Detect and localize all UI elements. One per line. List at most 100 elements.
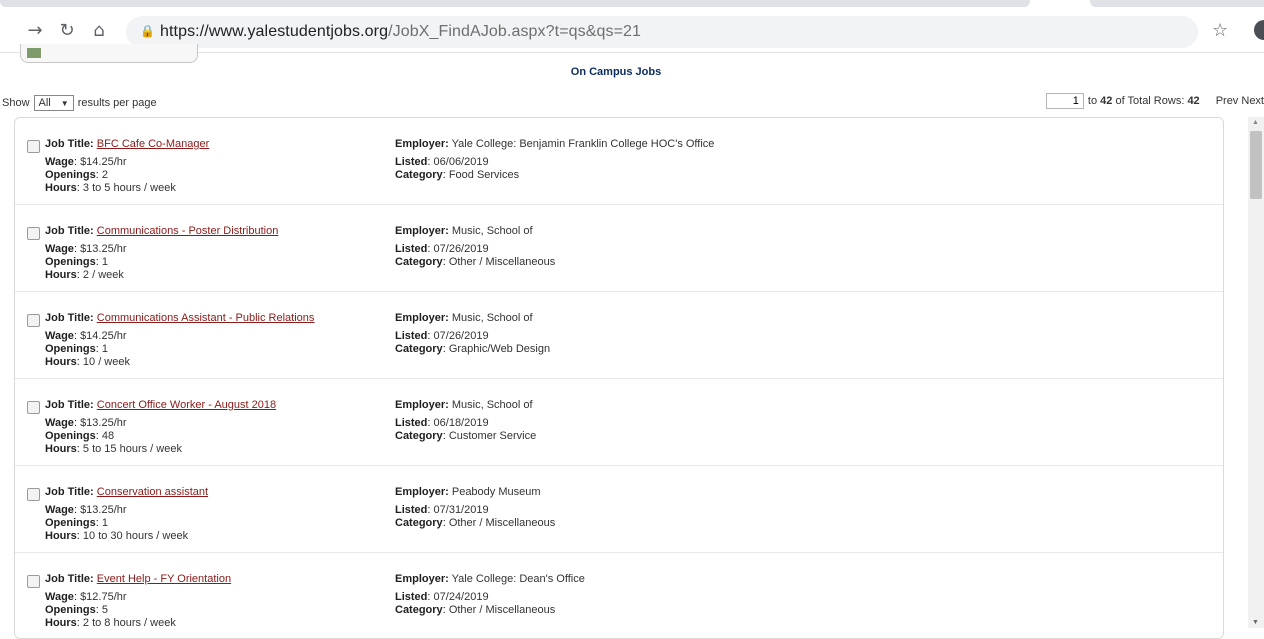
next-link[interactable]: Next [1241, 95, 1264, 107]
total-rows: 42 [1187, 95, 1200, 107]
employer-label: Employer: [395, 486, 449, 498]
scroll-down-icon[interactable]: ▼ [1252, 619, 1259, 626]
employer-label: Employer: [395, 225, 449, 237]
category-label: Category [395, 256, 443, 268]
listed-value: 07/24/2019 [433, 591, 489, 603]
job-employer-info: Employer: Music, School of Listed: 07/26… [395, 312, 551, 355]
employer-value: Yale College: Benjamin Franklin College … [451, 138, 715, 150]
browser-tab[interactable] [0, 0, 1030, 7]
job-listing: Job Title: Communications - Poster Distr… [15, 205, 1223, 292]
hours-value: 5 to 15 hours / week [82, 443, 182, 455]
wage-value: $14.25/hr [80, 330, 127, 342]
job-details: Job Title: Concert Office Worker - Augus… [45, 399, 277, 455]
listed-label: Listed [395, 330, 428, 342]
category-value: Graphic/Web Design [448, 343, 551, 355]
job-select-checkbox[interactable] [27, 227, 40, 240]
job-select-checkbox[interactable] [27, 401, 40, 414]
job-details: Job Title: Communications - Poster Distr… [45, 225, 279, 281]
listed-value: 07/26/2019 [433, 243, 489, 255]
category-value: Other / Miscellaneous [448, 604, 556, 616]
bookmark-star-icon[interactable]: ☆ [1212, 20, 1228, 41]
pagination: to 42 of Total Rows: 42 Prev Next [1045, 93, 1264, 109]
job-title-label: Job Title: [45, 486, 94, 498]
job-employer-info: Employer: Yale College: Benjamin Frankli… [395, 138, 715, 181]
header-widget[interactable] [20, 44, 198, 63]
scrollbar[interactable]: ▲ ▼ [1248, 117, 1264, 628]
reload-icon[interactable]: ↻ [56, 20, 78, 42]
job-title-label: Job Title: [45, 225, 94, 237]
job-details: Job Title: Conservation assistant Wage: … [45, 486, 209, 542]
openings-label: Openings [45, 256, 96, 268]
job-title-link[interactable]: Communications - Poster Distribution [97, 225, 279, 237]
forward-arrow-icon[interactable]: → [24, 20, 46, 42]
show-label: Show [2, 97, 30, 109]
wage-value: $12.75/hr [80, 591, 127, 603]
employer-label: Employer: [395, 573, 449, 585]
prev-link[interactable]: Prev [1216, 95, 1239, 107]
hours-label: Hours [45, 617, 77, 629]
employer-value: Music, School of [451, 225, 533, 237]
category-value: Other / Miscellaneous [448, 256, 556, 268]
employer-value: Peabody Museum [451, 486, 541, 498]
wage-label: Wage [45, 156, 74, 168]
hours-value: 2 to 8 hours / week [82, 617, 176, 629]
hours-value: 3 to 5 hours / week [82, 182, 176, 194]
openings-label: Openings [45, 430, 96, 442]
openings-value: 1 [101, 343, 108, 355]
hours-label: Hours [45, 443, 77, 455]
hours-value: 10 to 30 hours / week [82, 530, 189, 542]
job-listing: Job Title: Communications Assistant - Pu… [15, 292, 1223, 379]
job-title-label: Job Title: [45, 399, 94, 411]
job-select-checkbox[interactable] [27, 575, 40, 588]
page-number-input[interactable] [1045, 93, 1084, 109]
wage-label: Wage [45, 591, 74, 603]
address-bar[interactable]: 🔒 https://www.yalestudentjobs.org/JobX_F… [126, 16, 1198, 48]
listed-label: Listed [395, 417, 428, 429]
job-details: Job Title: BFC Cafe Co-Manager Wage: $14… [45, 138, 210, 194]
openings-label: Openings [45, 604, 96, 616]
job-listing: Job Title: Concert Office Worker - Augus… [15, 379, 1223, 466]
listed-value: 06/06/2019 [433, 156, 489, 168]
job-select-checkbox[interactable] [27, 140, 40, 153]
url-host: https://www.yalestudentjobs.org [160, 23, 389, 40]
job-listing: Job Title: BFC Cafe Co-Manager Wage: $14… [15, 118, 1223, 205]
openings-label: Openings [45, 343, 96, 355]
wage-label: Wage [45, 243, 74, 255]
to-label: to [1087, 95, 1098, 107]
category-label: Category [395, 169, 443, 181]
job-title-link[interactable]: BFC Cafe Co-Manager [97, 138, 210, 150]
openings-label: Openings [45, 517, 96, 529]
lock-icon: 🔒 [140, 24, 155, 38]
job-select-checkbox[interactable] [27, 488, 40, 501]
openings-value: 1 [101, 256, 108, 268]
job-title-link[interactable]: Communications Assistant - Public Relati… [97, 312, 315, 324]
job-title-link[interactable]: Conservation assistant [97, 486, 208, 498]
openings-value: 1 [101, 517, 108, 529]
profile-avatar[interactable] [1254, 20, 1264, 40]
hours-label: Hours [45, 356, 77, 368]
browser-tab[interactable] [1090, 0, 1264, 7]
wage-label: Wage [45, 417, 74, 429]
job-title-link[interactable]: Concert Office Worker - August 2018 [97, 399, 276, 411]
listed-label: Listed [395, 504, 428, 516]
job-listing: Job Title: Event Help - FY Orientation W… [15, 553, 1223, 638]
listed-value: 07/26/2019 [433, 330, 489, 342]
scroll-thumb[interactable] [1250, 131, 1262, 199]
job-select-checkbox[interactable] [27, 314, 40, 327]
per-page-value: All [38, 97, 51, 109]
job-title-label: Job Title: [45, 138, 94, 150]
openings-value: 2 [101, 169, 108, 181]
job-title-link[interactable]: Event Help - FY Orientation [97, 573, 231, 585]
category-label: Category [395, 604, 443, 616]
job-details: Job Title: Communications Assistant - Pu… [45, 312, 315, 368]
employer-label: Employer: [395, 399, 449, 411]
wage-label: Wage [45, 504, 74, 516]
employer-value: Music, School of [451, 399, 533, 411]
home-icon[interactable]: ⌂ [88, 20, 110, 42]
hours-label: Hours [45, 269, 77, 281]
listed-value: 06/18/2019 [433, 417, 489, 429]
results-per-page-control: Show All ▼ results per page [2, 95, 157, 111]
employer-value: Music, School of [451, 312, 533, 324]
scroll-up-icon[interactable]: ▲ [1252, 119, 1259, 126]
per-page-select[interactable]: All ▼ [33, 95, 74, 111]
